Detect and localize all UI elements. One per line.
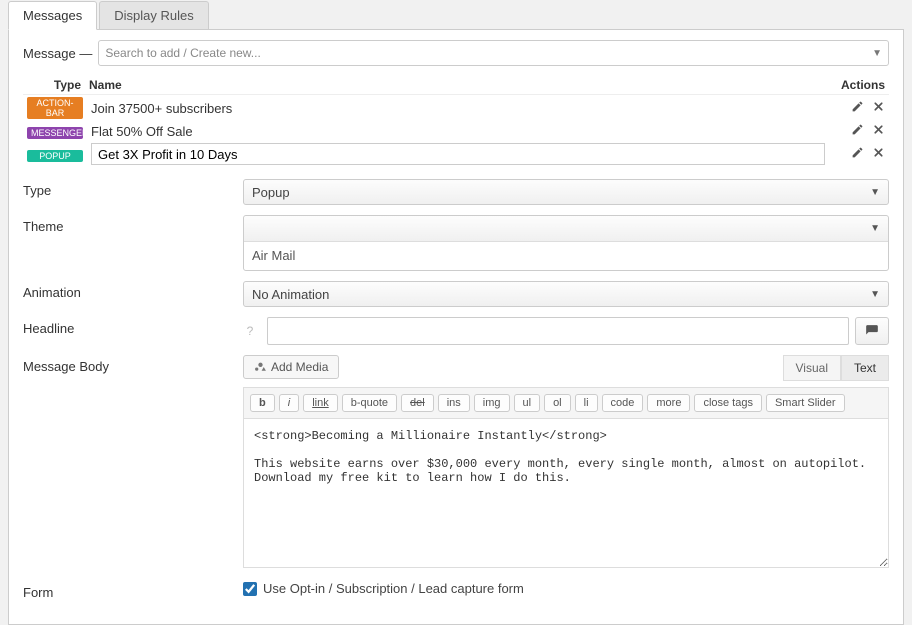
- type-badge: ACTION-BAR: [27, 97, 83, 119]
- form-optin-checkbox[interactable]: [243, 582, 257, 596]
- qtag-del[interactable]: del: [401, 394, 434, 412]
- qtag-code[interactable]: code: [602, 394, 644, 412]
- quicktags-toolbar: bilinkb-quotedelinsimgulollicodemoreclos…: [243, 387, 889, 418]
- col-type: Type: [27, 78, 87, 92]
- theme-preview: Air Mail: [244, 242, 888, 270]
- qtag-ol[interactable]: ol: [544, 394, 571, 412]
- qtag-i[interactable]: i: [279, 394, 299, 412]
- add-media-label: Add Media: [271, 360, 328, 374]
- type-value: Popup: [252, 185, 290, 200]
- tab-messages[interactable]: Messages: [8, 1, 97, 30]
- row-name: Join 37500+ subscribers: [87, 101, 825, 116]
- message-body-textarea[interactable]: [243, 418, 889, 568]
- row-name-input[interactable]: [91, 143, 825, 165]
- edit-icon[interactable]: [851, 123, 864, 139]
- qtag-ul[interactable]: ul: [514, 394, 541, 412]
- delete-icon[interactable]: [872, 123, 885, 139]
- label-headline: Headline: [23, 317, 243, 336]
- theme-select[interactable]: ▼: [244, 216, 888, 242]
- qtag-close-tags[interactable]: close tags: [694, 394, 762, 412]
- chevron-down-icon: ▼: [872, 48, 882, 59]
- chevron-down-icon: ▼: [870, 223, 880, 234]
- animation-value: No Animation: [252, 287, 329, 302]
- edit-icon[interactable]: [851, 100, 864, 116]
- chevron-down-icon: ▼: [870, 289, 880, 300]
- add-media-button[interactable]: Add Media: [243, 355, 339, 379]
- type-badge: MESSENGER: [27, 127, 83, 139]
- form-optin-label: Use Opt-in / Subscription / Lead capture…: [263, 581, 524, 596]
- label-animation: Animation: [23, 281, 243, 300]
- type-select[interactable]: Popup ▼: [243, 179, 889, 205]
- table-row: POPUP: [23, 141, 889, 167]
- speech-bubble-icon: [865, 324, 879, 338]
- label-theme: Theme: [23, 215, 243, 234]
- search-placeholder: Search to add / Create new...: [105, 46, 260, 60]
- delete-icon[interactable]: [872, 146, 885, 162]
- col-actions: Actions: [825, 78, 885, 92]
- label-message-body: Message Body: [23, 355, 243, 374]
- animation-select[interactable]: No Animation ▼: [243, 281, 889, 307]
- panel-messages: Message — Search to add / Create new... …: [8, 29, 904, 625]
- editor-mode-visual[interactable]: Visual: [783, 355, 841, 381]
- headline-input[interactable]: [267, 317, 849, 345]
- col-name: Name: [87, 78, 825, 92]
- chevron-down-icon: ▼: [870, 187, 880, 198]
- qtag-link[interactable]: link: [303, 394, 338, 412]
- qtag-Smart-Slider[interactable]: Smart Slider: [766, 394, 845, 412]
- message-label: Message —: [23, 46, 92, 61]
- delete-icon[interactable]: [872, 100, 885, 116]
- qtag-b-quote[interactable]: b-quote: [342, 394, 397, 412]
- message-search-select[interactable]: Search to add / Create new... ▼: [98, 40, 889, 66]
- label-type: Type: [23, 179, 243, 198]
- help-icon[interactable]: ?: [243, 324, 257, 338]
- edit-icon[interactable]: [851, 146, 864, 162]
- type-badge: POPUP: [27, 150, 83, 162]
- theme-box: ▼ Air Mail: [243, 215, 889, 271]
- qtag-ins[interactable]: ins: [438, 394, 470, 412]
- qtag-img[interactable]: img: [474, 394, 510, 412]
- table-row: MESSENGER Flat 50% Off Sale: [23, 121, 889, 141]
- media-icon: [254, 361, 267, 374]
- qtag-li[interactable]: li: [575, 394, 598, 412]
- table-row: ACTION-BAR Join 37500+ subscribers: [23, 95, 889, 121]
- tab-display-rules[interactable]: Display Rules: [99, 1, 208, 30]
- label-form: Form: [23, 581, 243, 600]
- qtag-more[interactable]: more: [647, 394, 690, 412]
- editor-mode-text[interactable]: Text: [841, 355, 889, 381]
- insert-emoji-button[interactable]: [855, 317, 889, 345]
- row-name: Flat 50% Off Sale: [87, 124, 825, 139]
- messages-table: Type Name Actions ACTION-BAR Join 37500+ …: [23, 76, 889, 167]
- qtag-b[interactable]: b: [250, 394, 275, 412]
